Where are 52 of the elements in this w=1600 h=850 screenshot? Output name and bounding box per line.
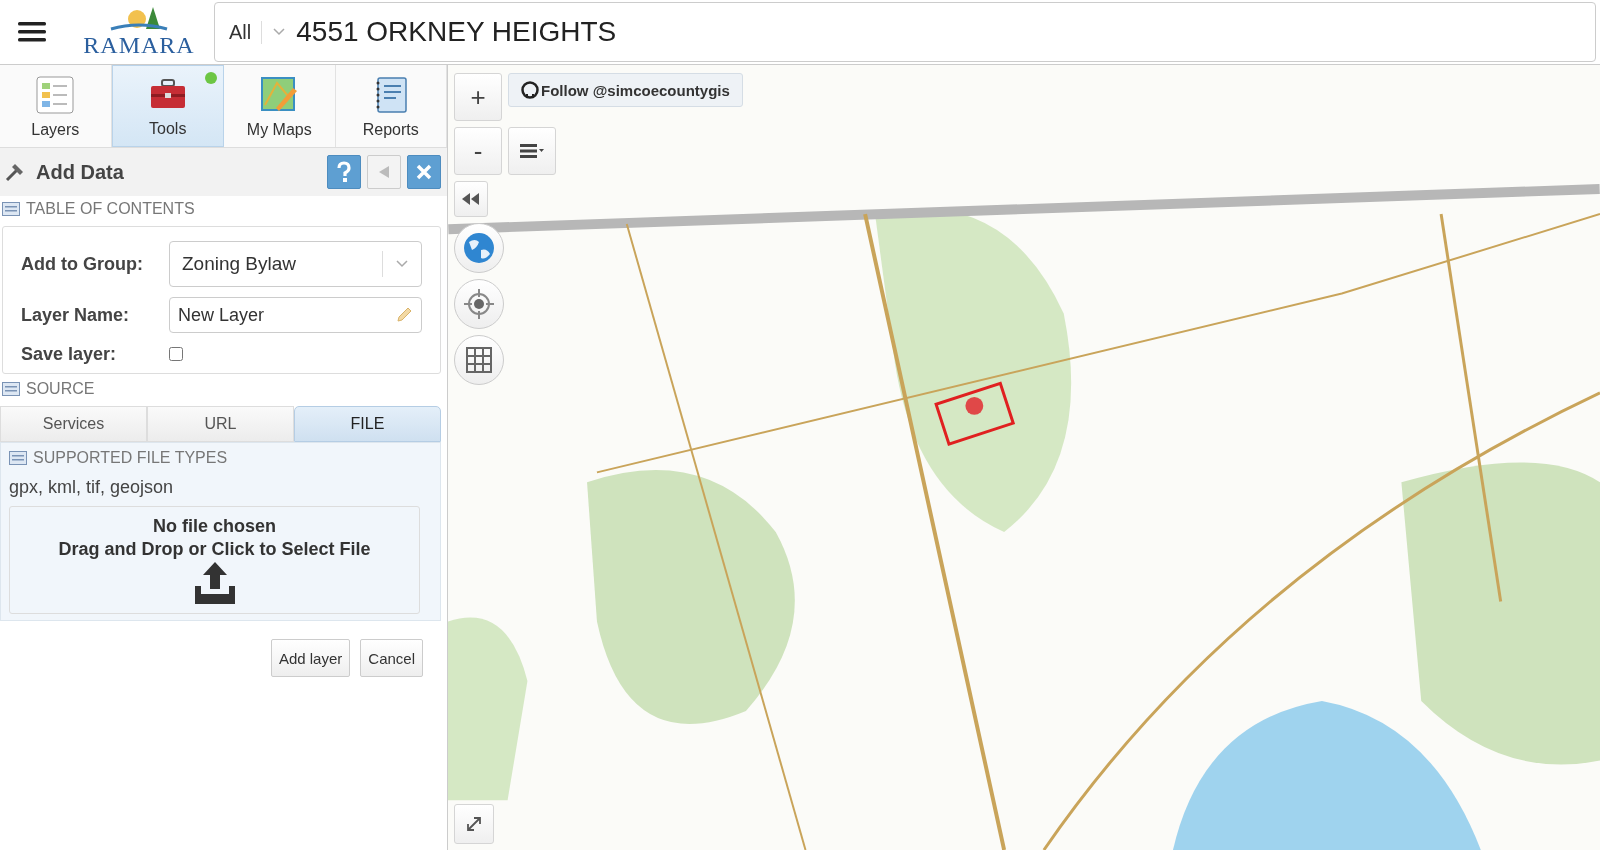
sidebar-tab[interactable]: Layers [0, 65, 112, 147]
field-label: Save layer: [21, 343, 118, 365]
sidebar-tab[interactable]: Tools [111, 65, 224, 147]
upload-icon [192, 562, 237, 604]
action-button[interactable]: Add layer [270, 639, 351, 677]
file-types-text: gpx, kml, tif, geojson [8, 476, 175, 499]
field-label: Layer Name: [21, 304, 131, 326]
layer-list-icon [35, 75, 76, 115]
diagonal-arrow-icon [465, 815, 483, 833]
sidebar-tab[interactable]: My Maps [224, 65, 336, 147]
wrench-hammer-icon [4, 161, 26, 183]
file-drop-zone[interactable]: No file chosen Drag and Drop or Click to Select File [9, 506, 420, 614]
panel-title: Add Data [36, 160, 124, 184]
collapse-button[interactable] [454, 181, 488, 217]
section-heading: TABLE OF CONTENTS [26, 200, 195, 218]
source-tab[interactable]: URL [147, 406, 294, 442]
chevron-down-icon [395, 259, 409, 269]
save-layer-checkbox[interactable] [169, 347, 183, 361]
zoom-in-button[interactable]: + [454, 73, 502, 121]
double-arrow-icon [461, 192, 481, 206]
scope-dropdown[interactable]: All [229, 20, 263, 44]
layer-name-field[interactable]: New Layer [169, 297, 422, 333]
triangle-left-icon [378, 165, 390, 179]
question-mark-icon [336, 161, 352, 183]
sidebar-tab[interactable]: Reports [335, 65, 447, 147]
chevron-down-icon [272, 27, 287, 37]
grid-icon [466, 347, 492, 373]
group-dropdown[interactable]: Zoning Bylaw [169, 241, 422, 287]
zoom-out-button[interactable]: - [454, 127, 502, 175]
section-heading: SUPPORTED FILE TYPES [33, 449, 228, 467]
search-field[interactable]: All 4551 ORKNEY HEIGHTS [214, 2, 1596, 62]
list-icon [2, 382, 20, 396]
close-button[interactable] [407, 155, 441, 189]
source-tab[interactable]: Services [0, 406, 147, 442]
close-icon [415, 163, 433, 181]
sun-and-tree-icon [109, 7, 169, 33]
globe-icon [463, 232, 495, 264]
crosshair-icon [463, 288, 495, 320]
source-tab[interactable]: FILE [294, 406, 441, 442]
action-button[interactable]: Cancel [360, 639, 423, 677]
logo-text: RAMARA [83, 33, 195, 57]
section-heading: SOURCE [26, 380, 95, 398]
field-label: Add to Group: [21, 253, 144, 275]
fullscreen-button[interactable] [454, 804, 494, 844]
menu-icon [520, 144, 544, 158]
list-icon [2, 202, 20, 216]
pencil-icon [395, 306, 413, 324]
follow-button[interactable]: Follow @simcoecountygis [508, 73, 743, 107]
basemap-menu-button[interactable] [508, 127, 556, 175]
menu-icon [18, 21, 46, 43]
list-icon [9, 451, 27, 465]
help-button[interactable] [327, 155, 361, 189]
